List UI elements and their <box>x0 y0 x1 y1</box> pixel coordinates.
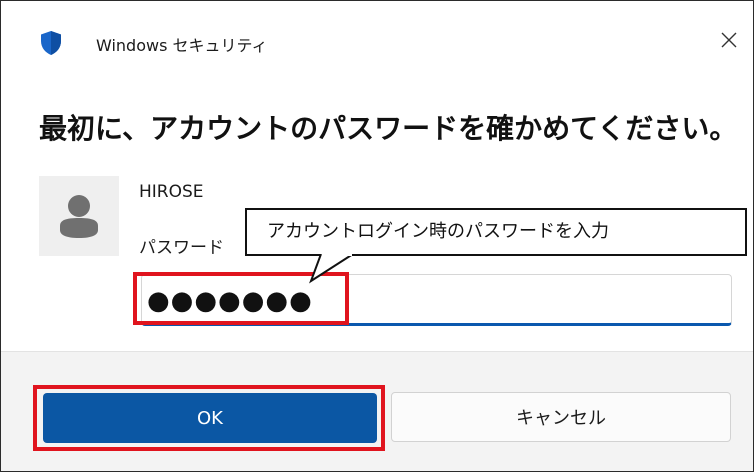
close-icon <box>720 31 738 53</box>
account-username: HIROSE <box>139 182 204 202</box>
dialog-window: Windows セキュリティ 最初に、アカウントのパスワードを確かめてください。… <box>0 0 754 472</box>
cancel-button[interactable]: キャンセル <box>391 392 731 442</box>
title-bar: Windows セキュリティ <box>1 1 753 87</box>
dialog-heading: 最初に、アカウントのパスワードを確かめてください。 <box>39 112 738 145</box>
callout-pointer <box>309 254 354 284</box>
callout-text: アカウントログイン時のパスワードを入力 <box>267 221 609 242</box>
ok-highlight-box <box>33 385 385 451</box>
close-button[interactable] <box>715 28 743 56</box>
window-title: Windows セキュリティ <box>96 36 268 55</box>
password-label: パスワード <box>139 238 224 258</box>
user-avatar-icon <box>39 176 119 256</box>
shield-icon <box>39 30 63 56</box>
cancel-button-label: キャンセル <box>516 408 606 429</box>
